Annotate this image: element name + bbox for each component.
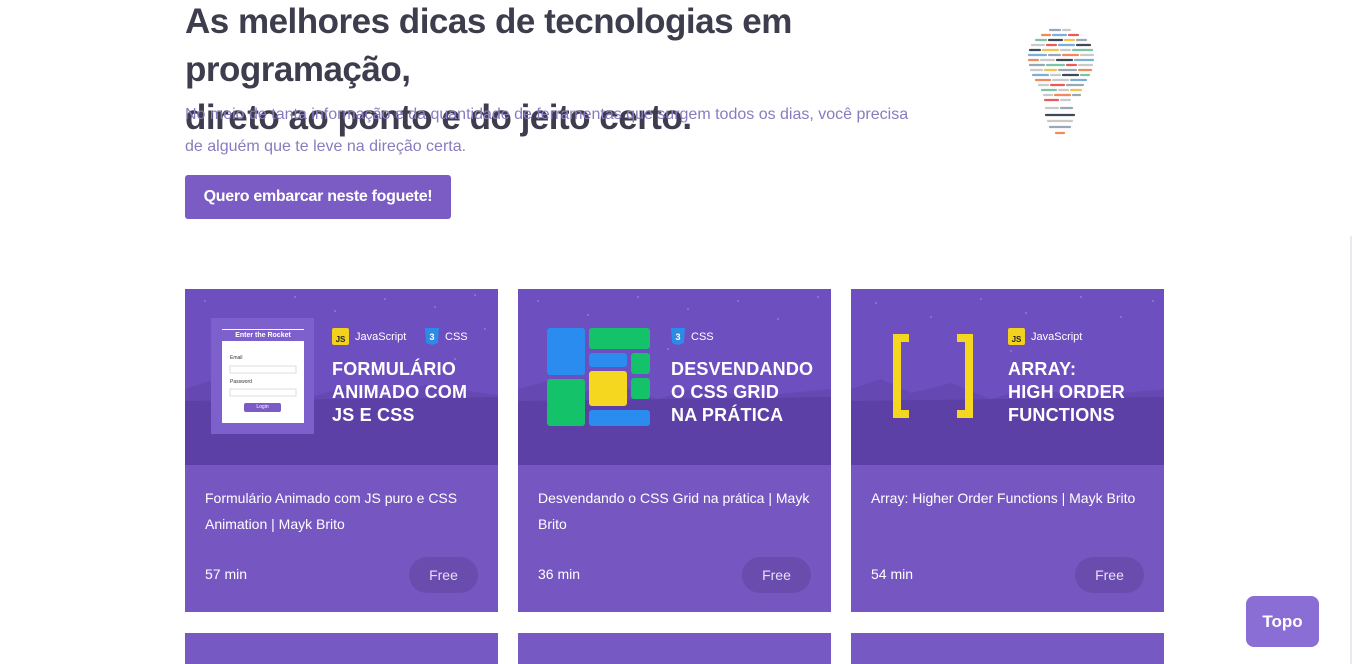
thumbnail-heading: ARRAY: HIGH ORDER FUNCTIONS [1008,358,1125,427]
course-title[interactable]: Formulário Animado com JS puro e CSS Ani… [205,485,485,537]
mock-form-login-button: Login [256,404,269,410]
mock-form-email-label: Email [230,355,243,361]
javascript-icon: JS [332,328,349,345]
course-thumbnail: JS JavaScript ARRAY: HIGH ORDER FUNCTION… [851,289,1164,465]
back-to-top-button[interactable]: Topo [1246,596,1319,647]
course-duration: 57 min [205,566,248,582]
course-card[interactable]: JS JavaScript ARRAY: HIGH ORDER FUNCTION… [851,289,1164,612]
tag-label: CSS [691,330,714,343]
thumbnail-heading: FORMULÁRIO ANIMADO COM JS E CSS [332,358,467,427]
thumbnail-line: ANIMADO COM [332,382,468,402]
course-card-partial[interactable] [851,633,1164,664]
price-badge: Free [409,557,478,593]
tag-css: 3 CSS [425,328,468,345]
hero-description-line1: No meio de tanta informação e da quantid… [185,106,909,123]
course-card-partial[interactable] [185,633,498,664]
course-thumbnail: 3 CSS DESVENDANDO O CSS GRID NA PRÁTICA [518,289,831,465]
course-card-body: Desvendando o CSS Grid na prática | Mayk… [518,465,831,612]
thumbnail-line: FUNCTIONS [1008,405,1115,425]
tag-css: 3 CSS [671,328,714,345]
lightbulb-code-illustration [1027,28,1095,135]
tag-javascript: JS JavaScript [1008,328,1082,345]
hero-description: No meio de tanta informação e da quantid… [185,99,965,163]
course-thumbnail: Enter the Rocket Email Password Login JS… [185,289,498,465]
javascript-icon: JS [1008,328,1025,345]
css-icon: 3 [671,328,685,345]
thumbnail-line: FORMULÁRIO [332,359,456,379]
course-card-partial[interactable] [518,633,831,664]
tag-label: JavaScript [355,330,407,343]
course-card-body: Formulário Animado com JS puro e CSS Ani… [185,465,498,612]
course-duration: 54 min [871,566,914,582]
thumbnail-line: NA PRÁTICA [671,405,784,425]
cta-button[interactable]: Quero embarcar neste foguete! [185,175,451,219]
thumbnail-line: ARRAY: [1008,359,1077,379]
course-title[interactable]: Desvendando o CSS Grid na prática | Mayk… [538,485,818,537]
price-badge: Free [1075,557,1144,593]
thumbnail-line: HIGH ORDER [1008,382,1126,402]
hero-title-line1: As melhores dicas de tecnologias em prog… [185,2,792,89]
thumbnail-line: DESVENDANDO [671,359,814,379]
tag-label: CSS [445,330,468,343]
css-icon: 3 [425,328,439,345]
price-badge: Free [742,557,811,593]
course-card[interactable]: Enter the Rocket Email Password Login JS… [185,289,498,612]
course-title[interactable]: Array: Higher Order Functions | Mayk Bri… [871,485,1151,511]
tag-javascript: JS JavaScript [332,328,406,345]
thumbnail-line: O CSS GRID [671,382,780,402]
hero-description-line2: de alguém que te leve na direção certa. [185,138,467,155]
tag-label: JavaScript [1031,330,1083,343]
course-card-body: Array: Higher Order Functions | Mayk Bri… [851,465,1164,612]
thumbnail-heading: DESVENDANDO O CSS GRID NA PRÁTICA [671,358,813,427]
mock-form-title: Enter the Rocket [222,330,304,341]
course-card[interactable]: 3 CSS DESVENDANDO O CSS GRID NA PRÁTICA … [518,289,831,612]
thumbnail-line: JS E CSS [332,405,415,425]
course-duration: 36 min [538,566,581,582]
mock-form-password-label: Password [230,379,252,385]
